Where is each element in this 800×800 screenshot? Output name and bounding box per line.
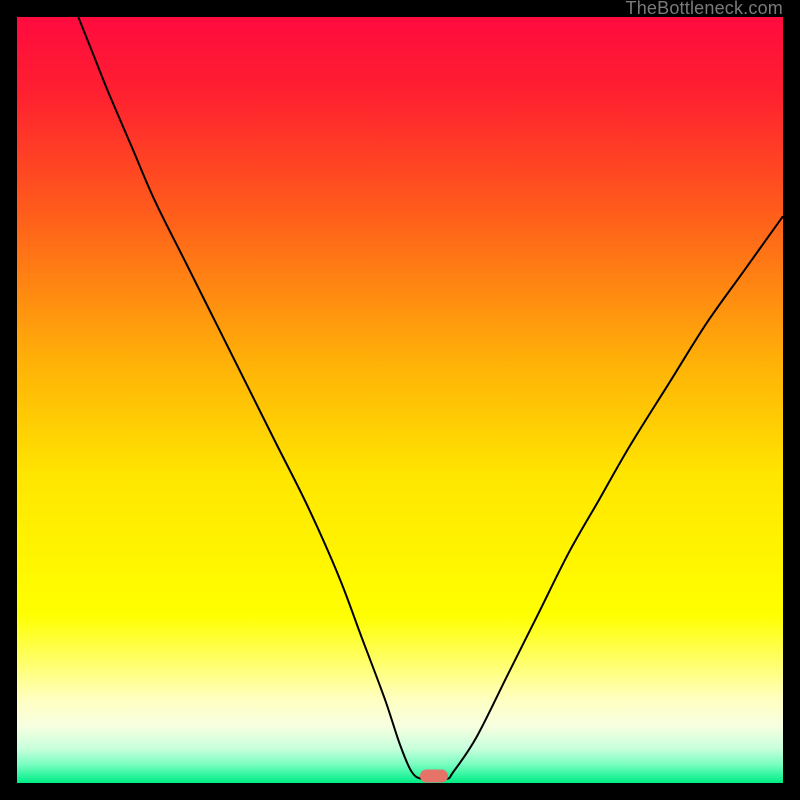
plot-area	[17, 17, 783, 783]
chart-frame: TheBottleneck.com	[0, 0, 800, 800]
optimal-marker	[420, 770, 448, 783]
bottleneck-curve	[17, 17, 783, 783]
